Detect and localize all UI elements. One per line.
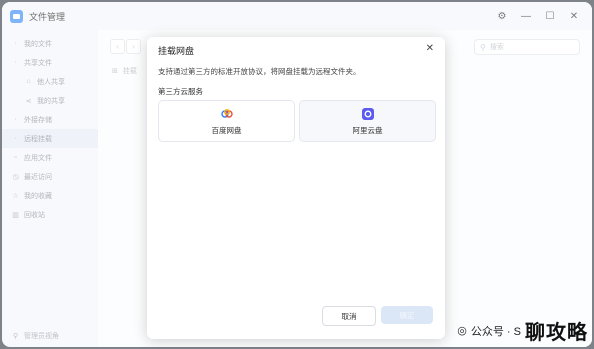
- mount-cloud-dialog: 挂载网盘 ✕ 支持通过第三方的标准开放协议，将网盘挂载为远程文件夹。 第三方云服…: [147, 37, 445, 339]
- dialog-title: 挂载网盘: [158, 46, 195, 56]
- section-heading: 第三方云服务: [158, 87, 203, 96]
- service-label: 百度网盘: [211, 126, 242, 135]
- watermark: ◎ 公众号 · S 聊攻略: [457, 316, 588, 345]
- watermark-title: 聊攻略: [525, 322, 588, 344]
- dialog-description: 支持通过第三方的标准开放协议，将网盘挂载为远程文件夹。: [158, 67, 361, 76]
- confirm-button[interactable]: 确定: [381, 306, 433, 324]
- close-icon[interactable]: ✕: [426, 43, 434, 54]
- watermark-channel: 公众号 · S: [470, 325, 521, 338]
- service-card-baidu[interactable]: 百度网盘: [158, 100, 295, 142]
- cancel-button[interactable]: 取消: [322, 306, 376, 326]
- aliyun-drive-icon: [361, 108, 374, 120]
- service-card-aliyun[interactable]: 阿里云盘: [299, 100, 436, 142]
- baidu-cloud-icon: [220, 108, 233, 118]
- wechat-icon: ◎: [457, 325, 467, 337]
- service-label: 阿里云盘: [352, 126, 383, 135]
